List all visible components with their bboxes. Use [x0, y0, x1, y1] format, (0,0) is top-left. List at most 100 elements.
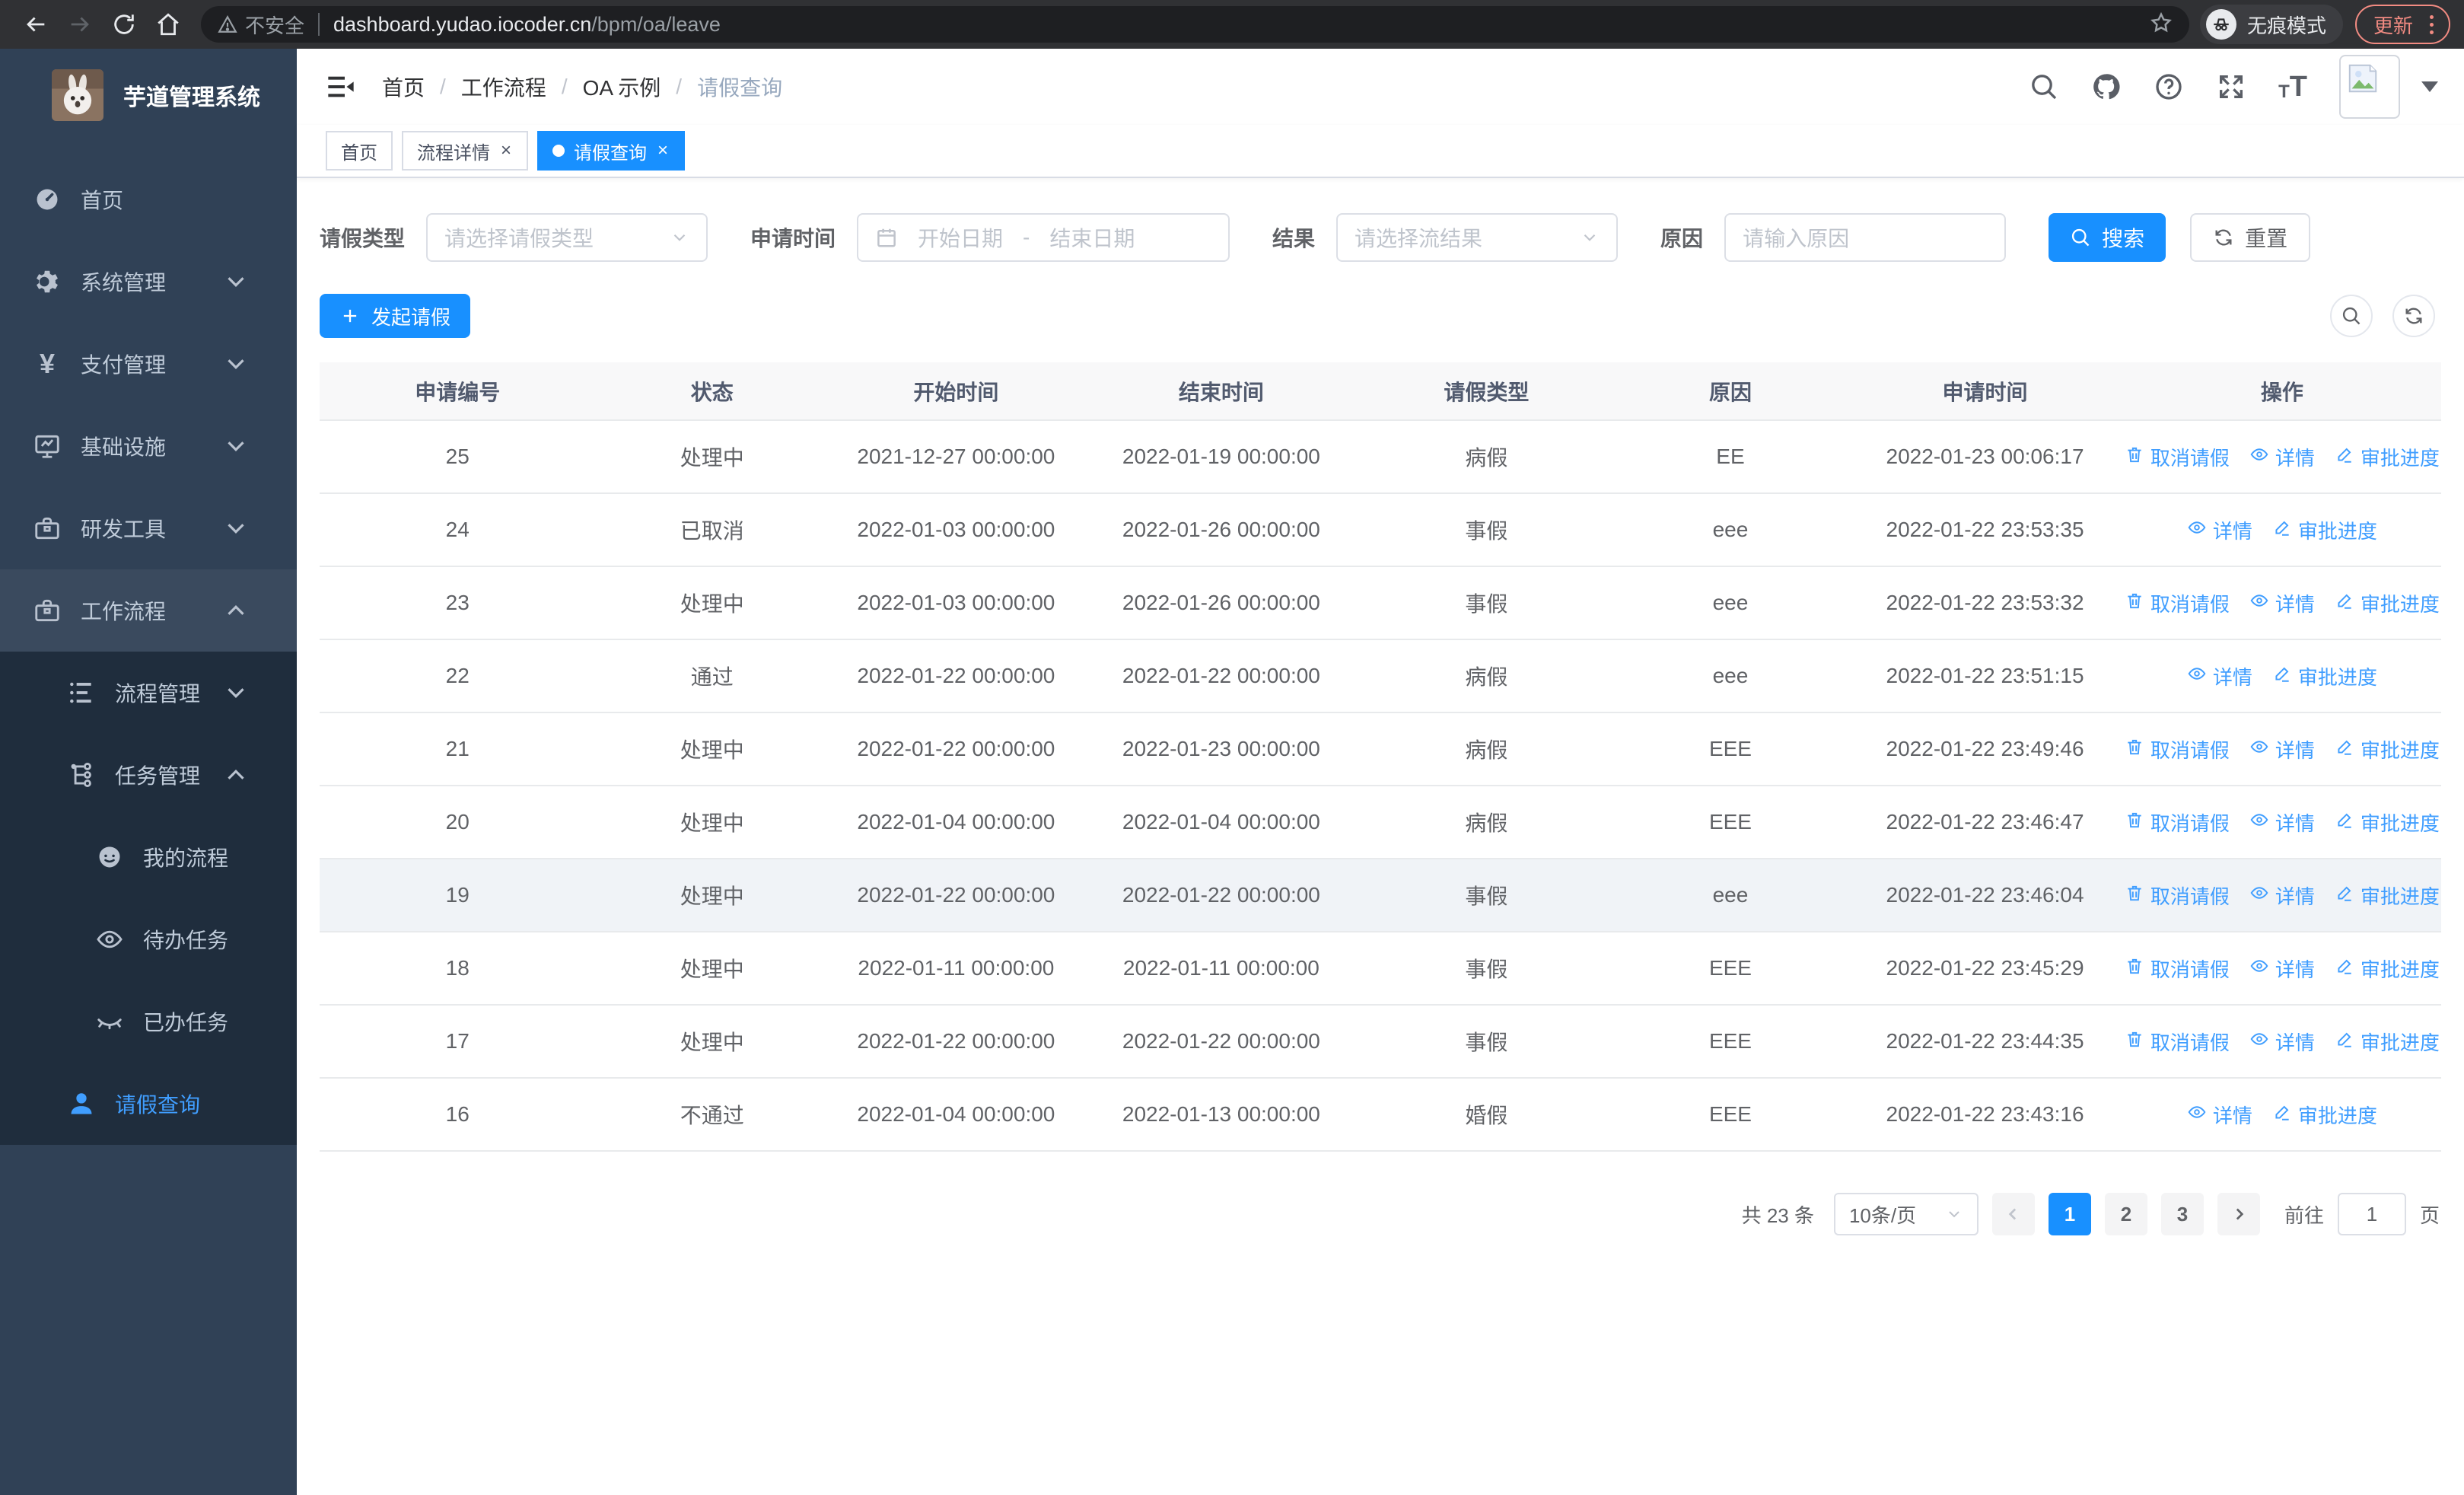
reload-icon[interactable] [102, 2, 146, 46]
detail-link[interactable]: 详情 [2187, 1101, 2252, 1129]
search-icon[interactable] [2029, 72, 2059, 102]
back-icon[interactable] [14, 2, 58, 46]
approval-progress-link[interactable]: 审批进度 [2335, 808, 2440, 837]
detail-label: 详情 [2275, 811, 2315, 835]
trash-icon [2125, 591, 2144, 616]
sidebar-item-home[interactable]: 首页 [0, 158, 297, 241]
sidebar-item-infra[interactable]: 基础设施 [0, 405, 297, 487]
create-leave-button[interactable]: 发起请假 [320, 294, 471, 338]
approval-progress-link[interactable]: 审批进度 [2335, 1028, 2440, 1056]
close-icon[interactable]: × [656, 142, 670, 160]
home-icon[interactable] [146, 2, 190, 46]
approval-progress-link[interactable]: 审批进度 [2272, 662, 2377, 690]
detail-link[interactable]: 详情 [2187, 662, 2252, 690]
text-size-icon[interactable]: TT [2278, 72, 2307, 101]
detail-label: 详情 [2275, 885, 2315, 908]
sidebar-collapse-icon[interactable] [326, 72, 356, 102]
sidebar-item-task-mgmt[interactable]: 任务管理 [0, 734, 297, 816]
apply-time-range-picker[interactable]: 开始日期 - 结束日期 [857, 213, 1230, 262]
cancel-leave-link[interactable]: 取消请假 [2125, 735, 2230, 763]
detail-link[interactable]: 详情 [2249, 443, 2315, 471]
cancel-leave-link[interactable]: 取消请假 [2125, 443, 2230, 471]
tab-请假查询[interactable]: 请假查询 × [537, 131, 686, 171]
reset-button[interactable]: 重置 [2190, 213, 2311, 262]
approval-progress-link[interactable]: 审批进度 [2335, 589, 2440, 617]
cancel-leave-link[interactable]: 取消请假 [2125, 808, 2230, 837]
result-select[interactable]: 请选择流结果 [1336, 213, 1619, 262]
avatar[interactable] [2339, 55, 2400, 119]
briefcase-icon [30, 596, 64, 625]
github-icon[interactable] [2091, 72, 2122, 102]
cancel-leave-link[interactable]: 取消请假 [2125, 1028, 2230, 1056]
user-icon [65, 1089, 98, 1118]
help-icon[interactable] [2154, 72, 2184, 102]
refresh-table-button[interactable] [2392, 295, 2435, 337]
approval-progress-link[interactable]: 审批进度 [2335, 955, 2440, 983]
hide-search-button[interactable] [2330, 295, 2373, 337]
edit-icon [2335, 883, 2354, 908]
cell-type: 病假 [1359, 712, 1614, 786]
chevron-down-icon [219, 514, 253, 543]
prev-page-button[interactable] [1991, 1193, 2035, 1235]
result-label: 结果 [1272, 227, 1316, 250]
breadcrumb-item[interactable]: 首页 [382, 72, 425, 102]
plus-icon [343, 309, 357, 323]
tab-首页[interactable]: 首页 [326, 131, 393, 171]
omnibox-divider [318, 13, 320, 36]
detail-link[interactable]: 详情 [2187, 516, 2252, 544]
page-button-1[interactable]: 1 [2048, 1193, 2091, 1235]
bookmark-star-icon[interactable] [2150, 11, 2173, 38]
detail-link[interactable]: 详情 [2249, 955, 2315, 983]
cancel-leave-link[interactable]: 取消请假 [2125, 589, 2230, 617]
sidebar-logo[interactable]: 芋道管理系统 [0, 49, 297, 142]
sidebar-item-payment[interactable]: ¥ 支付管理 [0, 323, 297, 405]
sidebar-item-dev-tools[interactable]: 研发工具 [0, 487, 297, 569]
address-bar[interactable]: 不安全 dashboard.yudao.iocoder.cn/bpm/oa/le… [201, 6, 2189, 43]
breadcrumb-item[interactable]: 工作流程 [461, 72, 546, 102]
reason-input[interactable]: 请输入原因 [1724, 213, 2007, 262]
cancel-leave-label: 取消请假 [2150, 592, 2230, 616]
detail-link[interactable]: 详情 [2249, 1028, 2315, 1056]
approval-progress-link[interactable]: 审批进度 [2335, 735, 2440, 763]
page-button-2[interactable]: 2 [2104, 1193, 2147, 1235]
search-button[interactable]: 搜索 [2049, 213, 2166, 262]
table-header-cell: 请假类型 [1359, 362, 1614, 421]
goto-page-input[interactable]: 1 [2337, 1193, 2406, 1235]
cancel-leave-label: 取消请假 [2150, 811, 2230, 835]
breadcrumb-item[interactable]: OA 示例 [583, 72, 661, 102]
approval-progress-link[interactable]: 审批进度 [2335, 881, 2440, 910]
next-page-button[interactable] [2217, 1193, 2260, 1235]
approval-progress-link[interactable]: 审批进度 [2272, 1101, 2377, 1129]
cell-apply: 2022-01-22 23:44:35 [1847, 1005, 2123, 1079]
fullscreen-icon[interactable] [2216, 72, 2246, 102]
sidebar-item-system[interactable]: 系统管理 [0, 241, 297, 323]
cell-end: 2022-01-22 00:00:00 [1083, 639, 1360, 713]
sidebar-item-leave-query[interactable]: 请假查询 [0, 1063, 297, 1145]
sidebar-item-todo-tasks[interactable]: 待办任务 [0, 898, 297, 980]
browser-menu-icon[interactable] [2427, 12, 2437, 37]
sidebar-item-my-process[interactable]: 我的流程 [0, 816, 297, 898]
forward-icon[interactable] [58, 2, 102, 46]
edit-icon [2335, 591, 2354, 616]
sidebar-item-done-tasks[interactable]: 已办任务 [0, 980, 297, 1063]
close-icon[interactable]: × [499, 142, 513, 160]
detail-link[interactable]: 详情 [2249, 589, 2315, 617]
detail-link[interactable]: 详情 [2249, 881, 2315, 910]
detail-link[interactable]: 详情 [2249, 735, 2315, 763]
caret-down-icon[interactable] [2421, 81, 2438, 92]
cancel-leave-link[interactable]: 取消请假 [2125, 881, 2230, 910]
detail-link[interactable]: 详情 [2249, 808, 2315, 837]
page-size-select[interactable]: 10条/页 [1833, 1193, 1979, 1235]
sidebar-item-workflow[interactable]: 工作流程 [0, 569, 297, 652]
table-row: 25 处理中 2021-12-27 00:00:00 2022-01-19 00:00… [320, 420, 2441, 494]
approval-progress-link[interactable]: 审批进度 [2335, 443, 2440, 471]
tab-流程详情[interactable]: 流程详情 × [402, 131, 529, 171]
sidebar-item-process-mgmt[interactable]: 流程管理 [0, 652, 297, 734]
approval-progress-link[interactable]: 审批进度 [2272, 516, 2377, 544]
security-warning[interactable]: 不安全 [218, 11, 304, 39]
browser-update-button[interactable]: 更新 [2354, 5, 2450, 44]
page-button-3[interactable]: 3 [2160, 1193, 2204, 1235]
cell-apply: 2022-01-22 23:51:15 [1847, 639, 2123, 713]
leave-type-select[interactable]: 请选择请假类型 [426, 213, 708, 262]
cancel-leave-link[interactable]: 取消请假 [2125, 955, 2230, 983]
